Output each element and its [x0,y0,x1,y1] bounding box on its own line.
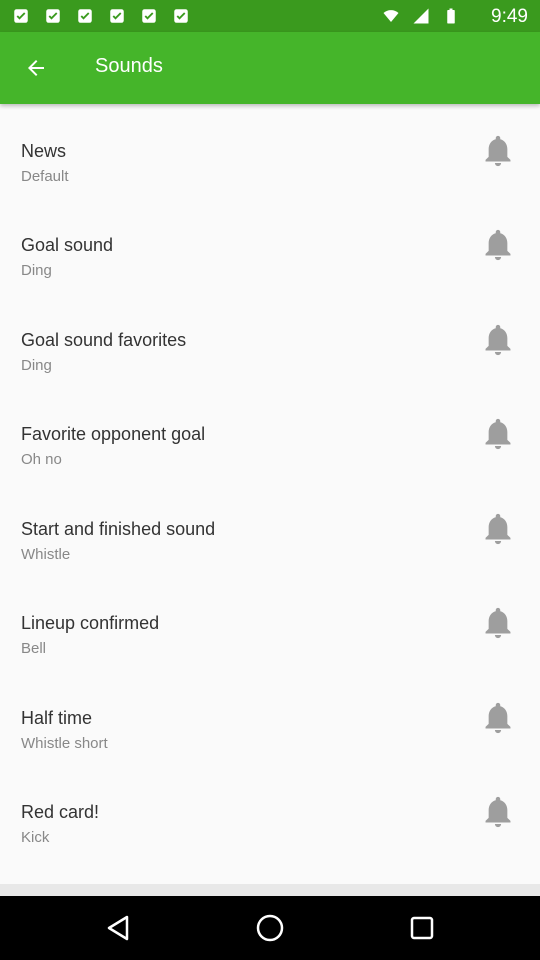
wifi-icon [383,10,399,22]
square-recents-icon [410,916,434,940]
bell-icon[interactable] [481,323,515,359]
list-item-red-card[interactable]: Red card! Kick [0,765,540,859]
back-button[interactable] [12,44,60,92]
item-title: Goal sound [21,235,114,255]
bell-icon[interactable] [481,228,515,264]
bell-icon[interactable] [481,701,515,737]
list-item-goal-sound-favorites[interactable]: Goal sound favorites Ding [0,293,540,387]
status-bar: 9:49 [0,0,540,32]
bell-icon[interactable] [481,795,515,831]
item-sound: Bell [21,640,47,657]
battery-icon [447,8,455,24]
app-notification-icon [46,9,60,23]
item-sound: Oh no [21,451,62,468]
system-icons [382,7,460,25]
circle-home-icon [256,914,284,942]
signal-icon [413,8,429,24]
nav-back-button[interactable] [98,908,138,948]
triangle-back-icon [107,915,129,941]
app-notification-icon [142,9,156,23]
status-time: 9:49 [491,6,528,27]
nav-recents-button[interactable] [402,908,442,948]
page-title: Sounds [95,55,163,77]
item-sound: Whistle short [21,735,108,752]
item-title: Lineup confirmed [21,613,160,633]
item-title: Favorite opponent goal [21,424,206,444]
item-sound: Ding [21,357,52,374]
app-bar: Sounds [0,32,540,104]
list-item-favorite-opponent-goal[interactable]: Favorite opponent goal Oh no [0,387,540,481]
list-item-lineup-confirmed[interactable]: Lineup confirmed Bell [0,576,540,670]
list-item-start-finished-sound[interactable]: Start and finished sound Whistle [0,482,540,576]
nav-home-button[interactable] [250,908,290,948]
list-bottom-edge [0,884,540,896]
bell-icon[interactable] [481,417,515,453]
item-title: Goal sound favorites [21,330,187,350]
bell-icon[interactable] [481,134,515,170]
item-title: News [21,141,67,161]
list-item-news[interactable]: News Default [0,104,540,198]
app-notification-icon [14,9,28,23]
app-notification-icon [78,9,92,23]
app-notification-icon [174,9,188,23]
arrow-left-icon [28,60,44,76]
notification-icons [12,7,190,25]
app-notification-icon [110,9,124,23]
item-title: Red card! [21,802,100,822]
item-sound: Ding [21,262,52,279]
item-title: Start and finished sound [21,519,216,539]
item-sound: Kick [21,829,50,846]
system-navigation-bar [0,896,540,960]
item-sound: Default [21,168,69,185]
bell-icon[interactable] [481,512,515,548]
item-sound: Whistle [21,546,71,563]
list-item-half-time[interactable]: Half time Whistle short [0,671,540,765]
bell-icon[interactable] [481,606,515,642]
list-item-goal-sound[interactable]: Goal sound Ding [0,198,540,292]
item-title: Half time [21,708,93,728]
sound-settings-list: News Default Goal sound Ding Goal sound … [0,104,540,884]
